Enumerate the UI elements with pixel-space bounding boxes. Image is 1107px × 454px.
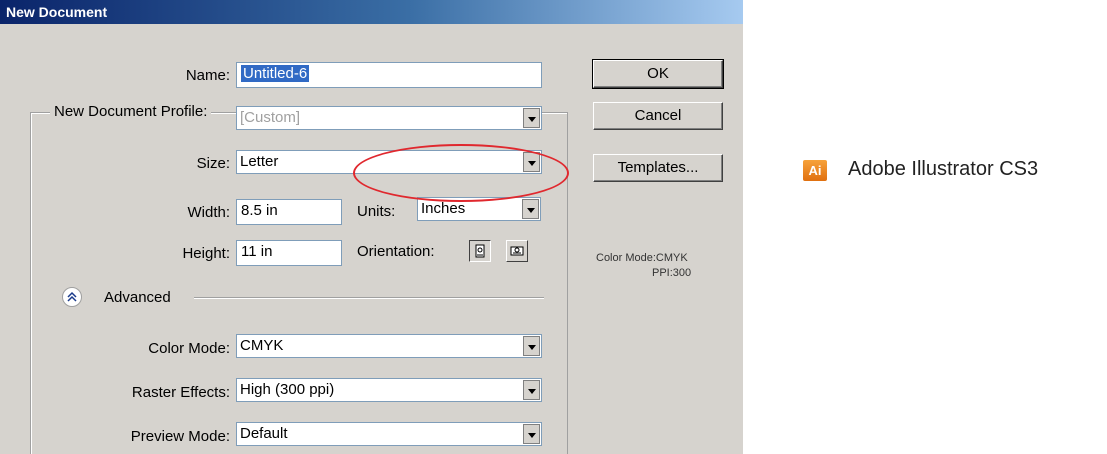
height-value: 11 in (241, 243, 273, 260)
app-name: Adobe Illustrator CS3 (848, 158, 1039, 180)
preview-mode-select[interactable]: Default (236, 422, 542, 446)
dialog-title: New Document (6, 4, 108, 20)
size-label: Size: (196, 155, 230, 172)
name-field[interactable]: Untitled-6 (236, 62, 542, 88)
preview-mode-label: Preview Mode: (130, 428, 230, 445)
dropdown-arrow-icon[interactable] (523, 380, 540, 400)
color-mode-info: Color Mode:CMYK (596, 252, 688, 264)
templates-button[interactable]: Templates... (593, 154, 723, 182)
profile-label: New Document Profile: (50, 103, 212, 120)
portrait-icon (475, 244, 485, 258)
width-value: 8.5 in (241, 202, 278, 219)
illustrator-logo-icon: Ai (803, 160, 827, 181)
landscape-icon (510, 246, 524, 256)
units-highlight-circle (353, 144, 569, 202)
height-label: Height: (182, 245, 230, 262)
width-label: Width: (187, 204, 230, 221)
portrait-button[interactable] (469, 240, 491, 262)
units-value: Inches (421, 200, 466, 217)
width-field[interactable]: 8.5 in (236, 199, 342, 225)
ok-button[interactable]: OK (592, 59, 724, 89)
raster-effects-label: Raster Effects: (131, 384, 230, 401)
color-mode-value: CMYK (240, 337, 284, 354)
profile-value: [Custom] (240, 109, 301, 126)
dropdown-arrow-icon[interactable] (523, 108, 540, 128)
size-value: Letter (240, 153, 279, 170)
dropdown-arrow-icon[interactable] (522, 199, 539, 219)
orientation-label: Orientation: (357, 243, 435, 260)
cancel-button[interactable]: Cancel (593, 102, 723, 130)
ppi-info: PPI:300 (652, 267, 692, 279)
color-mode-select[interactable]: CMYK (236, 334, 542, 358)
new-document-dialog: New Document Name: Untitled-6 New Docume… (0, 0, 743, 454)
profile-select[interactable]: [Custom] (236, 106, 542, 130)
height-field[interactable]: 11 in (236, 240, 342, 266)
name-label: Name: (185, 67, 230, 84)
name-value: Untitled-6 (241, 65, 310, 82)
advanced-divider (194, 297, 544, 299)
raster-effects-select[interactable]: High (300 ppi) (236, 378, 542, 402)
raster-effects-value: High (300 ppi) (240, 381, 335, 398)
title-bar: New Document (0, 0, 743, 24)
advanced-toggle[interactable] (62, 287, 82, 307)
units-label: Units: (357, 203, 396, 220)
advanced-label: Advanced (104, 289, 171, 306)
chevron-double-up-icon (67, 291, 77, 302)
dropdown-arrow-icon[interactable] (523, 336, 540, 356)
preview-mode-value: Default (240, 425, 288, 442)
landscape-button[interactable] (506, 240, 528, 262)
dropdown-arrow-icon[interactable] (523, 424, 540, 444)
color-mode-label: Color Mode: (148, 340, 230, 357)
